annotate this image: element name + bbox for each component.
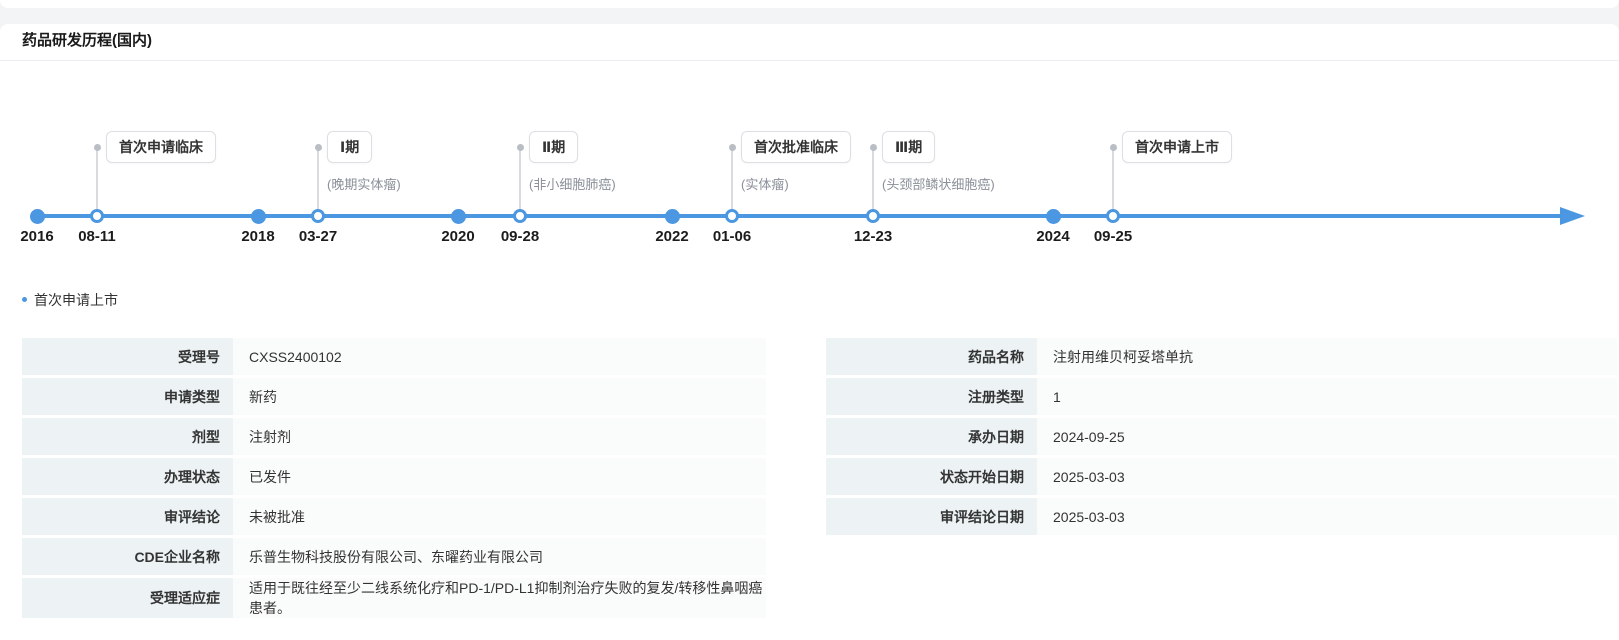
row-label: 申请类型 [22, 378, 233, 415]
event-connector-dot [1110, 144, 1117, 151]
table-row: 药品名称 注射用维贝柯妥塔单抗 [826, 338, 1617, 375]
row-label: 剂型 [22, 418, 233, 455]
table-row: 审评结论 未被批准 [22, 498, 766, 535]
year-dot [251, 209, 266, 224]
table-row: CDE企业名称 乐普生物科技股份有限公司、东曜药业有限公司 [22, 538, 766, 575]
row-label: CDE企业名称 [22, 538, 233, 575]
row-label: 办理状态 [22, 458, 233, 495]
row-label: 审评结论 [22, 498, 233, 535]
event-node[interactable] [513, 209, 527, 223]
timeline-arrow-icon [1560, 207, 1585, 225]
detail-table-right: 药品名称 注射用维贝柯妥塔单抗 注册类型 1 承办日期 2024-09-25 状… [826, 338, 1617, 538]
table-row: 办理状态 已发件 [22, 458, 766, 495]
event-node[interactable] [725, 209, 739, 223]
selected-event-heading: 首次申请上市 [22, 290, 118, 310]
event-node[interactable] [90, 209, 104, 223]
table-row: 审评结论日期 2025-03-03 [826, 498, 1617, 535]
table-row: 剂型 注射剂 [22, 418, 766, 455]
event-node[interactable] [866, 209, 880, 223]
page-title: 药品研发历程(国内) [0, 24, 1619, 61]
event-indication: (晚期实体瘤) [327, 177, 401, 192]
table-row: 承办日期 2024-09-25 [826, 418, 1617, 455]
bullet-icon [22, 297, 27, 302]
selected-event-title: 首次申请上市 [34, 292, 118, 308]
year-dot [451, 209, 466, 224]
event-date: 01-06 [712, 228, 752, 245]
drug-development-card: 药品研发历程(国内) 2016 2018 2020 2022 2024 首次申请… [0, 24, 1619, 640]
row-label: 受理适应症 [22, 578, 233, 618]
event-label-box[interactable]: Ⅰ期 [327, 131, 373, 163]
event-node[interactable] [1106, 209, 1120, 223]
row-value: 适用于既往经至少二线系统化疗和PD-1/PD-L1抑制剂治疗失败的复发/转移性鼻… [233, 578, 766, 618]
row-value: 已发件 [233, 458, 766, 495]
event-connector-dot [94, 144, 101, 151]
event-indication: (非小细胞肺癌) [529, 177, 616, 192]
row-value: 注射用维贝柯妥塔单抗 [1037, 338, 1617, 375]
row-value: 2025-03-03 [1037, 498, 1617, 535]
event-label-box[interactable]: 首次申请临床 [106, 131, 216, 163]
row-value: 2025-03-03 [1037, 458, 1617, 495]
table-row: 状态开始日期 2025-03-03 [826, 458, 1617, 495]
event-label-box[interactable]: Ⅱ期 [529, 131, 579, 163]
event-date: 08-11 [78, 228, 116, 245]
event-indication: (头颈部鳞状细胞癌) [882, 177, 995, 192]
row-value: 注射剂 [233, 418, 766, 455]
year-dot [665, 209, 680, 224]
event-connector [1112, 148, 1114, 212]
event-label-box[interactable]: 首次申请上市 [1122, 131, 1232, 163]
table-row: 受理号 CXSS2400102 [22, 338, 766, 375]
row-label: 承办日期 [826, 418, 1037, 455]
event-connector [317, 148, 319, 212]
table-row: 申请类型 新药 [22, 378, 766, 415]
year-dot [1046, 209, 1061, 224]
detail-table-left: 受理号 CXSS2400102 申请类型 新药 剂型 注射剂 办理状态 已发件 … [22, 338, 766, 621]
event-node[interactable] [311, 209, 325, 223]
event-connector-dot [517, 144, 524, 151]
previous-card-bottom [0, 0, 1619, 8]
row-value: 未被批准 [233, 498, 766, 535]
row-value: 新药 [233, 378, 766, 415]
table-row: 受理适应症 适用于既往经至少二线系统化疗和PD-1/PD-L1抑制剂治疗失败的复… [22, 578, 766, 618]
event-connector [96, 148, 98, 212]
event-label-box[interactable]: 首次批准临床 [741, 131, 851, 163]
row-value: 1 [1037, 378, 1617, 415]
event-connector-dot [729, 144, 736, 151]
event-label-box[interactable]: Ⅲ期 [882, 131, 936, 163]
row-label: 状态开始日期 [826, 458, 1037, 495]
event-date: 09-28 [500, 228, 540, 245]
table-row: 注册类型 1 [826, 378, 1617, 415]
event-connector-dot [315, 144, 322, 151]
row-value: 乐普生物科技股份有限公司、东曜药业有限公司 [233, 538, 766, 575]
event-date: 09-25 [1093, 228, 1133, 245]
row-value: 2024-09-25 [1037, 418, 1617, 455]
event-date: 03-27 [298, 228, 338, 245]
year-dot [30, 209, 45, 224]
row-label: 审评结论日期 [826, 498, 1037, 535]
row-label: 受理号 [22, 338, 233, 375]
event-connector-dot [870, 144, 877, 151]
row-value: CXSS2400102 [233, 338, 766, 375]
event-connector [872, 148, 874, 212]
event-connector [731, 148, 733, 212]
row-label: 注册类型 [826, 378, 1037, 415]
event-indication: (实体瘤) [741, 177, 789, 192]
event-date: 12-23 [853, 228, 893, 245]
event-connector [519, 148, 521, 212]
row-label: 药品名称 [826, 338, 1037, 375]
